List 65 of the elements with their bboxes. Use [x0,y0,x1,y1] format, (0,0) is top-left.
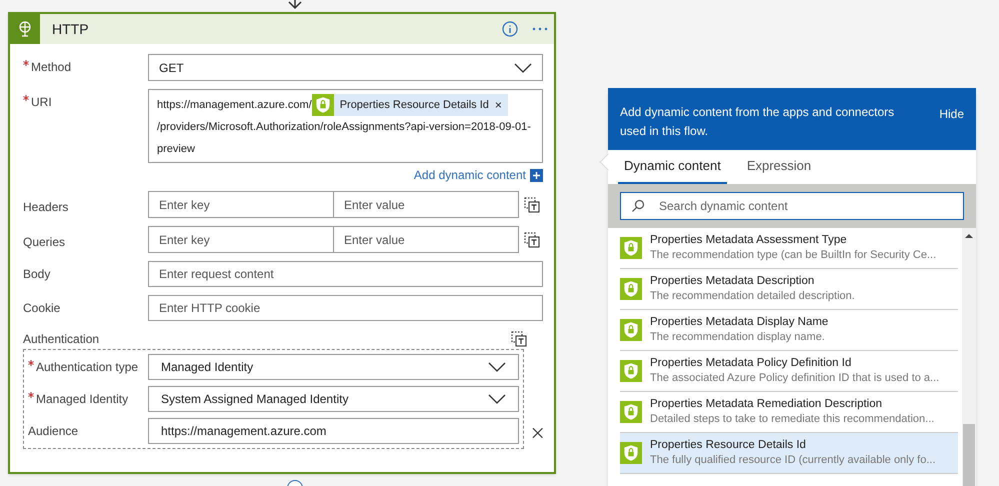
shield-lock-icon [312,94,334,116]
auth-dropdown[interactable]: System Assigned Managed Identity [148,386,519,412]
value-input[interactable]: Enter value [334,226,519,253]
item-description: The recommendation type (can be BuiltIn for Security Ce... [650,248,936,263]
item-description: The fully qualified resource ID (currently available only fo... [650,453,936,468]
item-title: Properties Metadata Description [650,274,816,289]
uri-field[interactable]: https://management.azure.com/ Properties Resource Details Id × /providers/Microsoft.Authorization/roleAssignments?api-version=2018-09-01-preview [148,89,543,163]
globe-icon [17,21,33,37]
section-label: Authentication [23,331,100,348]
value-input[interactable]: Enter value [334,191,519,218]
hide-link[interactable]: Hide [939,105,964,123]
field-label: Managed Identity [36,391,128,408]
field-label: Method [31,59,72,76]
clipboard-icon[interactable] [511,331,527,347]
card-title: HTTP [52,20,90,38]
panel-tab[interactable]: Expression [740,150,818,184]
field-label: Queries [23,234,66,250]
audience-input[interactable]: https://management.azure.com [148,418,519,444]
field-label: Headers [23,198,68,216]
field-label: Audience [28,423,78,440]
search-icon [631,199,645,213]
key-input[interactable]: Enter key [148,191,334,218]
field-label: URI [31,94,52,111]
item-description: Detailed steps to take to remediate this recommendation... [650,412,934,427]
shield-lock-icon [620,319,642,341]
field-label: Cookie [23,300,60,317]
key-input[interactable]: Enter key [148,226,334,253]
arrow-down-icon [287,0,303,10]
item-title: Properties Metadata Policy Definition Id [650,356,852,371]
item-title: Properties Metadata Remediation Description [650,397,884,412]
item-description: The recommendation display name. [650,330,826,345]
close-icon[interactable] [532,427,543,439]
text-input[interactable]: Enter HTTP cookie [148,295,543,321]
text-input[interactable]: Enter request content [148,261,543,287]
add-icon[interactable] [530,168,543,182]
info-icon[interactable] [502,21,518,37]
method-dropdown[interactable]: GET [148,54,543,81]
item-description: The associated Azure Policy definition ID that is used to a... [650,371,940,386]
chevron-down-icon [488,362,506,372]
item-title: Properties Resource Details Id [650,438,807,453]
shield-lock-icon [620,442,642,464]
dynamic-content-item[interactable]: Properties Resource Details Id The fully qualified resource ID (currently available only fo... [620,433,958,474]
shield-lock-icon [620,278,642,300]
remove-token-icon[interactable]: × [494,94,502,116]
more-options-icon[interactable] [532,27,548,31]
dynamic-token[interactable]: Properties Resource Details Id × [312,94,508,116]
auth-dropdown[interactable]: Managed Identity [148,354,519,380]
chevron-down-icon [488,394,506,404]
scrollbar-thumb[interactable] [963,424,975,486]
search-field[interactable]: Search dynamic content [620,192,964,220]
add-dynamic-content-link[interactable]: Add dynamic content [414,166,526,184]
item-title: Properties Metadata Assessment Type [650,233,848,248]
scroll-up-icon[interactable] [965,234,973,238]
field-label: Body [23,266,50,283]
clipboard-icon[interactable] [524,196,540,212]
shield-lock-icon [620,401,642,423]
shield-lock-icon [620,360,642,382]
chevron-down-icon [514,62,532,72]
shield-lock-icon [620,237,642,259]
item-title: Properties Metadata Display Name [650,315,828,330]
clipboard-icon[interactable] [524,232,540,248]
item-description: The recommendation detailed description. [650,289,855,304]
banner-text: Add dynamic content from the apps and connectors used in this flow. [620,104,896,140]
scrollbar[interactable] [962,228,976,486]
field-label: Authentication type [36,359,138,376]
